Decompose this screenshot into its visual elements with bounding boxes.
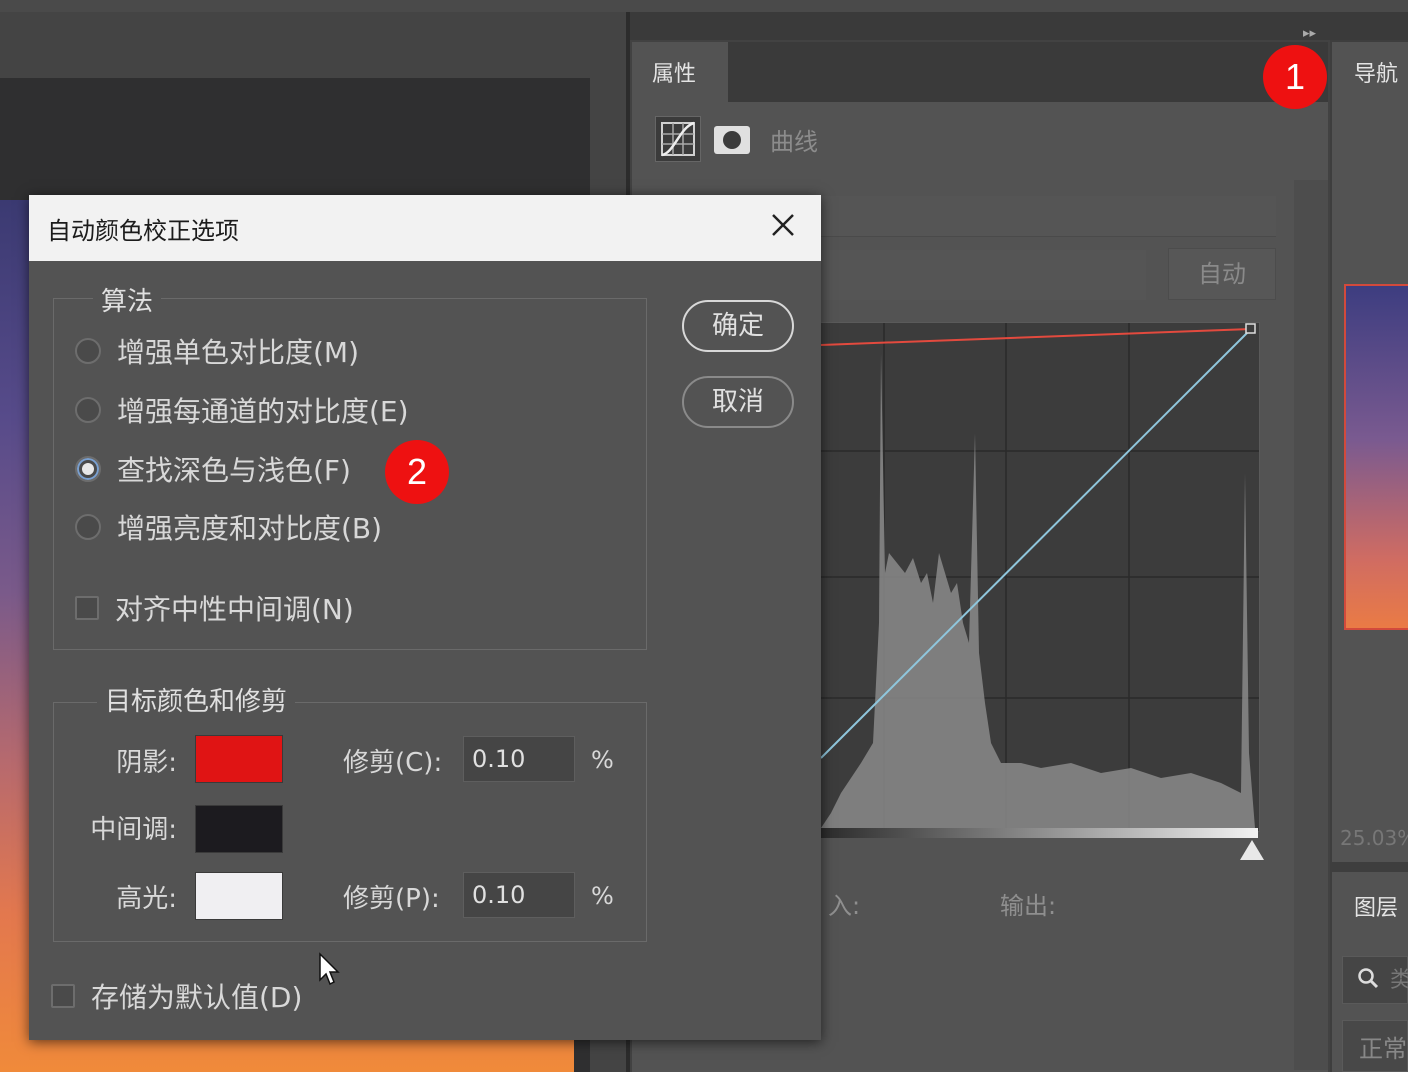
properties-scrollbar[interactable] <box>1294 180 1328 1070</box>
radio-per-channel-contrast[interactable]: 增强每通道的对比度(E) <box>75 393 409 428</box>
radio-button[interactable] <box>75 338 101 364</box>
percent-sign: % <box>591 746 614 774</box>
ok-button[interactable]: 确定 <box>682 300 794 352</box>
input-value-label: 入: <box>828 892 861 920</box>
shadows-label: 阴影: <box>116 748 177 778</box>
white-point-slider[interactable] <box>1240 840 1264 860</box>
panel-dock-header: ▸▸ <box>630 12 1408 41</box>
radio-label: 增强亮度和对比度(B) <box>117 512 383 545</box>
checkbox-save-as-defaults[interactable]: 存储为默认值(D) <box>51 979 303 1014</box>
close-icon[interactable] <box>765 207 801 243</box>
collapse-panels-icon[interactable]: ▸▸ <box>1303 26 1316 41</box>
auto-color-correction-dialog: 自动颜色校正选项 算法 增强单色对比度(M) 增强每通道的对比度(E) 查找深色… <box>29 195 821 1040</box>
dialog-title: 自动颜色校正选项 <box>47 217 239 245</box>
clip-highlights-label: 修剪(P): <box>343 884 440 914</box>
navigator-thumbnail[interactable] <box>1344 284 1408 630</box>
blend-mode-value: 正常 <box>1359 1035 1407 1063</box>
tab-properties[interactable]: 属性 <box>632 42 728 102</box>
checkbox[interactable] <box>51 984 75 1008</box>
radio-button[interactable] <box>75 397 101 423</box>
checkbox-label: 存储为默认值(D) <box>91 981 303 1014</box>
radio-brightness-contrast[interactable]: 增强亮度和对比度(B) <box>75 510 383 545</box>
annotation-badge-2: 2 <box>385 440 449 504</box>
radio-label: 增强单色对比度(M) <box>117 336 360 369</box>
radio-label: 增强每通道的对比度(E) <box>117 395 409 428</box>
target-colors-legend: 目标颜色和修剪 <box>97 681 296 718</box>
tab-navigator[interactable]: 导航 <box>1354 56 1398 88</box>
algorithms-legend: 算法 <box>93 281 162 318</box>
blend-mode-dropdown[interactable]: 正常 <box>1342 1020 1408 1072</box>
clip-highlights-input[interactable]: 0.10 <box>463 872 575 918</box>
midtones-color-swatch[interactable] <box>195 805 283 853</box>
highlights-label: 高光: <box>116 884 177 914</box>
checkbox-snap-neutral-midtones[interactable]: 对齐中性中间调(N) <box>75 591 354 626</box>
radio-label: 查找深色与浅色(F) <box>117 454 351 487</box>
layer-filter-kind: 类 <box>1390 968 1408 993</box>
dialog-titlebar: 自动颜色校正选项 <box>29 195 821 261</box>
tab-layers[interactable]: 图层 <box>1354 890 1398 922</box>
clip-shadows-label: 修剪(C): <box>343 748 443 778</box>
properties-tab-bar <box>728 42 1328 102</box>
output-value-label: 输出: <box>1000 892 1057 920</box>
radio-button[interactable] <box>75 514 101 540</box>
checkbox-label: 对齐中性中间调(N) <box>115 593 354 626</box>
adjustment-name-label: 曲线 <box>770 128 818 156</box>
annotation-badge-1: 1 <box>1263 45 1327 109</box>
percent-sign: % <box>591 882 614 910</box>
radio-find-dark-light[interactable]: 查找深色与浅色(F) <box>75 452 351 487</box>
midtones-label: 中间调: <box>90 815 177 845</box>
search-icon <box>1356 966 1380 996</box>
output-gradient-bar <box>820 828 1258 838</box>
histogram <box>821 353 1255 828</box>
shadows-color-swatch[interactable] <box>195 735 283 783</box>
mouse-cursor-icon <box>318 952 342 988</box>
highlights-color-swatch[interactable] <box>195 872 283 920</box>
radio-monochromatic-contrast[interactable]: 增强单色对比度(M) <box>75 334 360 369</box>
curves-adjustment-icon[interactable] <box>655 116 701 162</box>
tab-properties-label: 属性 <box>652 62 697 87</box>
auto-button[interactable]: 自动 <box>1168 248 1276 300</box>
radio-button-selected[interactable] <box>75 456 101 482</box>
navigator-zoom-level[interactable]: 25.03% <box>1340 826 1408 850</box>
layer-mask-icon[interactable] <box>712 124 752 156</box>
cancel-button[interactable]: 取消 <box>682 376 794 428</box>
clip-shadows-input[interactable]: 0.10 <box>463 736 575 782</box>
checkbox[interactable] <box>75 596 99 620</box>
